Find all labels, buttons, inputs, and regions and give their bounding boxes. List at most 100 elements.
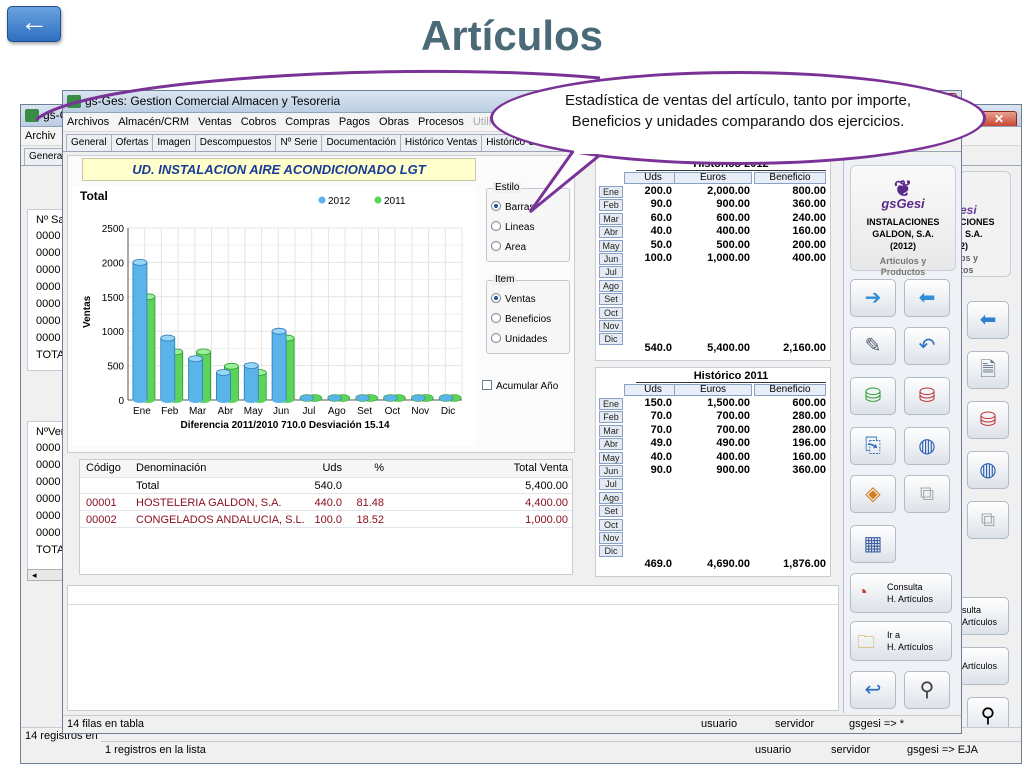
bar-base (132, 397, 147, 403)
right-panel: ❦ gsGesi INSTALACIONES GALDON, S.A. (201… (843, 155, 961, 713)
back-tab[interactable]: Genera (24, 148, 68, 165)
menu-item[interactable]: Compras (285, 116, 330, 128)
checkbox-box[interactable] (482, 380, 492, 390)
list-item[interactable]: 0000 (36, 298, 60, 310)
back-articulos-button[interactable]: Artículos (959, 647, 1009, 685)
tab[interactable]: Ofertas (110, 134, 154, 151)
tab[interactable]: Imagen (152, 134, 196, 151)
tab[interactable]: Documentación (321, 134, 401, 151)
list-item[interactable]: 0000 (36, 442, 60, 454)
left-arrow-button[interactable]: ⬅ (904, 279, 950, 317)
x-tick-label: Dic (441, 406, 455, 417)
total-cell: 2,160.00 (783, 342, 826, 354)
globe-button[interactable]: ◍ (904, 427, 950, 465)
radio-button[interactable] (491, 333, 501, 343)
cell: 360.00 (792, 198, 826, 211)
consulta-historico-button[interactable]: ◔ Consulta H. Artículos (850, 573, 952, 613)
radio-label: Lineas (505, 222, 535, 233)
binoculars-button[interactable]: ⚲ (904, 671, 950, 709)
tab[interactable]: General (66, 134, 112, 151)
radio-option[interactable]: Beneficios (491, 313, 551, 325)
shapes-button[interactable]: ◈ (850, 475, 896, 513)
ir-a-historico-button[interactable]: 🗀 Ir a H. Artículos (850, 621, 952, 661)
menu-item[interactable]: Ventas (198, 116, 232, 128)
back-consulta-button[interactable]: sulta Artículos (959, 597, 1009, 635)
historico-title: Histórico 2011 (636, 370, 826, 383)
back-logo-fragment: esi CIONES , S.A. 2) bs y tos (959, 171, 1011, 277)
cell: 81.48 (356, 497, 384, 509)
tab[interactable]: Histórico Ventas (399, 134, 483, 151)
radio-option[interactable]: Unidades (491, 333, 547, 345)
menu-item[interactable]: Archivos (67, 116, 109, 128)
radio-button[interactable] (491, 241, 501, 251)
list-item[interactable]: 0000 (36, 510, 60, 522)
tab[interactable]: Descompuestos (194, 134, 277, 151)
back-left-arrow-button[interactable]: ⬅ (967, 301, 1009, 339)
calendar-edit-button[interactable]: ▦ (850, 525, 896, 563)
list-item[interactable]: 0000 (36, 493, 60, 505)
month-label: Ene (599, 186, 623, 198)
edit-document-button[interactable]: ✎ (850, 327, 896, 365)
radio-label: Area (505, 242, 527, 253)
button-label: H. Artículos (887, 642, 934, 652)
list-item[interactable]: 0000 (36, 264, 60, 276)
menu-item[interactable]: Almacén/CRM (118, 116, 189, 128)
sales-chart: Total 2012 2011 0 500 1000 1500 2000 2500 Ventas E… (72, 186, 476, 446)
radio-button[interactable] (491, 293, 501, 303)
menu-item[interactable]: Pagos (339, 116, 370, 128)
tab[interactable]: Nº Serie (275, 134, 323, 151)
folder-icon: 🗀 (857, 632, 875, 652)
radio-button[interactable] (491, 313, 501, 323)
right-arrow-button[interactable]: ➔ (850, 279, 896, 317)
radio-button[interactable] (491, 201, 501, 211)
db-delete-button[interactable]: ⛁ (904, 377, 950, 415)
list-item[interactable]: 0000 (36, 527, 60, 539)
back-db-delete-button[interactable]: ⛁ (967, 401, 1009, 439)
cell: 700.00 (716, 410, 750, 423)
list-item[interactable]: 0000 (36, 315, 60, 327)
menu-item[interactable]: Cobros (241, 116, 276, 128)
export-document-button[interactable]: ⎘ (850, 427, 896, 465)
list-item[interactable]: 0000 (36, 247, 60, 259)
acumular-checkbox[interactable]: Acumular Año (482, 380, 558, 392)
column-header: Total Venta (513, 462, 568, 474)
list-item[interactable]: 0000 (36, 332, 60, 344)
y-tick-label: 500 (107, 362, 124, 373)
list-item[interactable]: 0000 (36, 459, 60, 471)
table-row[interactable]: 00001 HOSTELERIA GALDON, S.A. 440.0 81.48 4,… (80, 495, 572, 511)
radio-option[interactable]: Lineas (491, 221, 534, 233)
menu-item[interactable]: Procesos (418, 116, 464, 128)
detail-area (67, 585, 839, 711)
column-header: Código (86, 462, 121, 474)
cell: 1,000.00 (707, 252, 750, 264)
back-document-button[interactable]: 🗎 (967, 351, 1009, 389)
return-button[interactable]: ↩ (850, 671, 896, 709)
cell: 540.0 (314, 480, 342, 492)
radio-option[interactable]: Area (491, 241, 526, 253)
logo-text: CIONES (960, 217, 995, 227)
month-label: Mar (599, 212, 623, 225)
scroll-left-arrow[interactable]: ◂ (27, 569, 67, 581)
back-close-button[interactable]: ✕ (981, 111, 1017, 126)
back-menu-item[interactable]: Archiv (25, 130, 56, 142)
radio-option[interactable]: Ventas (491, 293, 536, 305)
radio-option[interactable]: Barras (491, 201, 534, 213)
list-item[interactable]: 0000 (36, 230, 60, 242)
undo-document-button[interactable]: ↶ (904, 327, 950, 365)
db-add-button[interactable]: ⛁ (850, 377, 896, 415)
menu-item[interactable]: Obras (379, 116, 409, 128)
layers-button[interactable]: ⧉ (904, 475, 950, 513)
back-layers-button[interactable]: ⧉ (967, 501, 1009, 539)
button-label: Consulta (887, 582, 923, 592)
status-rows: 14 filas en tabla (67, 718, 145, 730)
status-cmd: gsgesi => * (849, 718, 905, 730)
cell: 00001 (86, 497, 117, 509)
list-item[interactable]: 0000 (36, 281, 60, 293)
radio-button[interactable] (491, 221, 501, 231)
table-row[interactable]: 00002 CONGELADOS ANDALUCIA, S.L. 100.0 18.5… (80, 512, 572, 528)
list-item[interactable]: TOTA (36, 544, 64, 556)
list-item[interactable]: 0000 (36, 476, 60, 488)
list-item[interactable]: TOTA (36, 349, 64, 361)
back-globe-button[interactable]: ◍ (967, 451, 1009, 489)
item-group: Item Ventas Beneficios Unidades (486, 274, 570, 354)
